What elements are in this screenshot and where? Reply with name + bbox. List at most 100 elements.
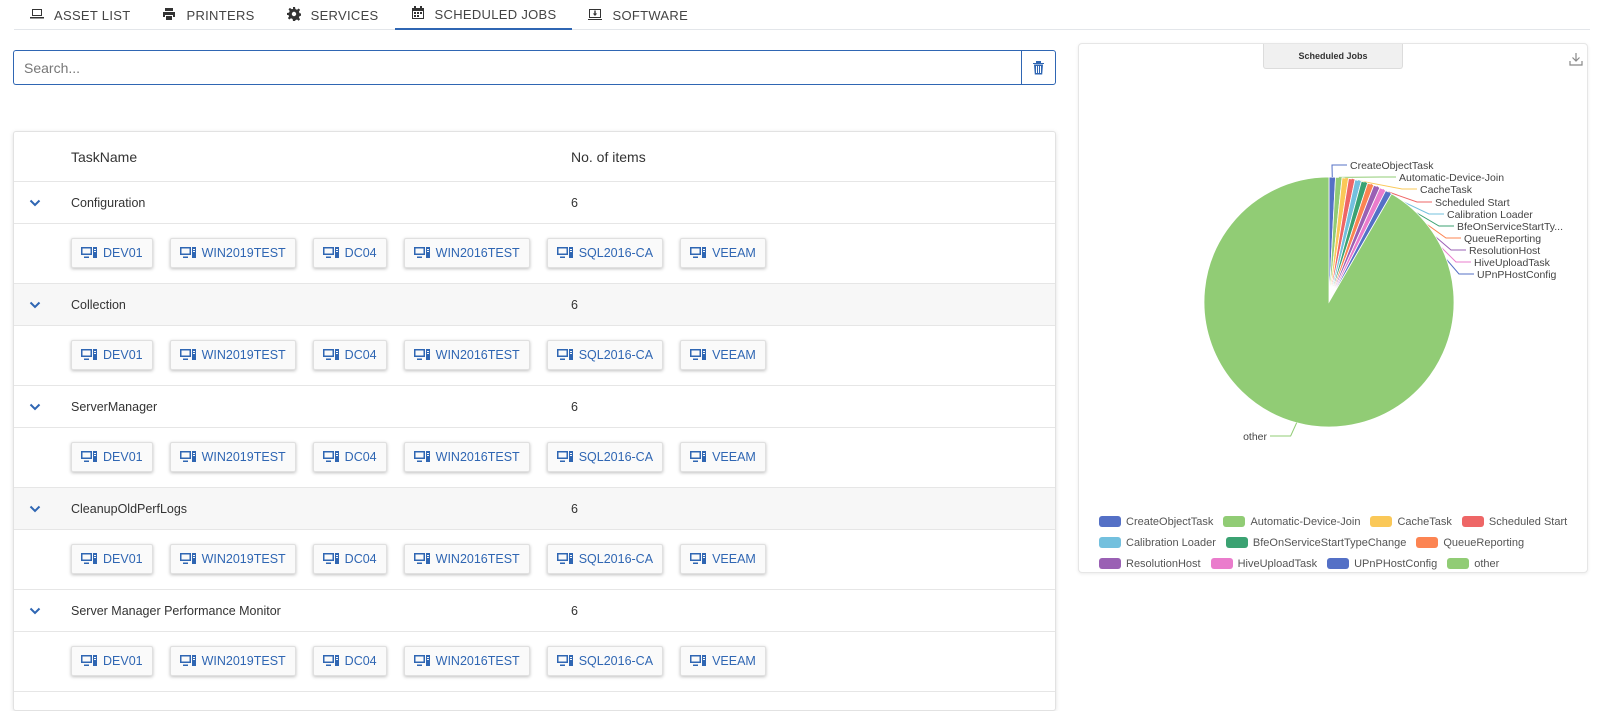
legend-item[interactable]: QueueReporting [1416,537,1524,549]
printer-icon [162,7,176,24]
gear-icon [287,7,301,24]
legend-item[interactable]: ResolutionHost [1099,558,1201,570]
host-chip[interactable]: VEEAM [680,442,766,472]
host-chip[interactable]: WIN2019TEST [170,340,296,370]
host-chip[interactable]: DEV01 [71,646,153,676]
host-chip[interactable]: WIN2016TEST [404,238,530,268]
legend-item[interactable]: UPnPHostConfig [1327,558,1437,570]
host-chips: DEV01 WIN2019TEST DC04 WIN2016TEST SQL2016-C… [71,340,766,370]
legend-item[interactable]: CacheTask [1370,516,1451,528]
computer-icon [81,553,97,565]
tab-software[interactable]: SOFTWARE [572,0,704,30]
host-chip[interactable]: WIN2019TEST [170,544,296,574]
host-chip[interactable]: VEEAM [680,238,766,268]
host-chip[interactable]: WIN2019TEST [170,646,296,676]
computer-icon [180,349,196,361]
tab-asset-list[interactable]: ASSET LIST [14,0,146,30]
host-chip[interactable]: SQL2016-CA [547,544,663,574]
slice-label: Automatic-Device-Join [1399,172,1504,184]
table-header: TaskName No. of items [14,132,1055,182]
chevron-down-icon[interactable] [28,196,42,210]
host-chip[interactable]: WIN2019TEST [170,442,296,472]
laptop-icon [30,7,44,24]
computer-icon [557,349,573,361]
legend-item[interactable]: Automatic-Device-Join [1223,516,1360,528]
legend-swatch [1211,558,1233,569]
search-input[interactable] [13,50,1021,85]
tab-scheduled-jobs[interactable]: SCHEDULED JOBS [395,0,573,30]
host-name: SQL2016-CA [579,450,653,464]
tab-printers[interactable]: PRINTERS [146,0,270,30]
chevron-down-icon[interactable] [28,400,42,414]
host-chip[interactable]: WIN2016TEST [404,442,530,472]
computer-icon [323,451,339,463]
legend-swatch [1370,516,1392,527]
task-name: Server Manager Performance Monitor [71,604,281,618]
computer-icon [180,553,196,565]
download-icon[interactable] [1569,52,1583,66]
legend-row: CreateObjectTask Automatic-Device-Join Cac… [1099,511,1579,532]
table-row: Server Manager Performance Monitor6 [14,590,1055,632]
host-chip[interactable]: WIN2019TEST [170,238,296,268]
host-chip[interactable]: DC04 [313,238,387,268]
task-name: Configuration [71,196,145,210]
computer-icon [81,451,97,463]
chevron-down-icon[interactable] [28,298,42,312]
scheduled-jobs-table: TaskName No. of items Configuration6DEV0… [13,131,1056,711]
host-name: DC04 [345,654,377,668]
host-name: SQL2016-CA [579,246,653,260]
legend-label: BfeOnServiceStartTypeChange [1253,537,1406,549]
host-chip[interactable]: DEV01 [71,238,153,268]
host-chip[interactable]: VEEAM [680,340,766,370]
host-chip[interactable]: WIN2016TEST [404,544,530,574]
host-chips: DEV01 WIN2019TEST DC04 WIN2016TEST SQL2016-C… [71,646,766,676]
host-chip[interactable]: DEV01 [71,442,153,472]
legend-label: Scheduled Start [1489,516,1567,528]
host-name: DC04 [345,348,377,362]
legend-item[interactable]: BfeOnServiceStartTypeChange [1226,537,1406,549]
host-chip[interactable]: VEEAM [680,544,766,574]
host-name: WIN2016TEST [436,552,520,566]
host-chip[interactable]: WIN2016TEST [404,340,530,370]
legend-label: Automatic-Device-Join [1250,516,1360,528]
host-name: DEV01 [103,654,143,668]
computer-icon [414,247,430,259]
computer-icon [81,247,97,259]
host-chip[interactable]: SQL2016-CA [547,646,663,676]
legend-row: Calibration Loader BfeOnServiceStartTypeC… [1099,532,1579,553]
chevron-down-icon[interactable] [28,502,42,516]
host-chip[interactable]: DC04 [313,442,387,472]
item-count: 6 [571,400,578,414]
column-header-taskname[interactable]: TaskName [71,149,137,165]
host-name: VEEAM [712,450,756,464]
host-chip[interactable]: DC04 [313,340,387,370]
host-chip[interactable]: WIN2016TEST [404,646,530,676]
computer-icon [323,553,339,565]
chart-panel: CreateObjectTask Automatic-Device-Join Cac… [1078,43,1588,573]
host-name: SQL2016-CA [579,348,653,362]
table-row: Configuration6 [14,182,1055,224]
host-chip[interactable]: DC04 [313,544,387,574]
pie-slice[interactable] [1204,177,1454,427]
tab-bar: ASSET LISTPRINTERSSERVICESSCHEDULED JOBS… [14,0,1590,30]
chart-legend: CreateObjectTask Automatic-Device-Join Cac… [1099,511,1579,574]
host-name: VEEAM [712,348,756,362]
legend-item[interactable]: other [1447,558,1499,570]
legend-item[interactable]: Calibration Loader [1099,537,1216,549]
legend-label: ResolutionHost [1126,558,1201,570]
legend-item[interactable]: HiveUploadTask [1211,558,1317,570]
host-chip[interactable]: VEEAM [680,646,766,676]
host-chip[interactable]: SQL2016-CA [547,442,663,472]
host-chip[interactable]: DC04 [313,646,387,676]
tab-services[interactable]: SERVICES [271,0,395,30]
clear-search-button[interactable] [1021,50,1056,85]
host-chip[interactable]: SQL2016-CA [547,238,663,268]
host-chip[interactable]: SQL2016-CA [547,340,663,370]
host-chip[interactable]: DEV01 [71,340,153,370]
host-chip[interactable]: DEV01 [71,544,153,574]
column-header-count[interactable]: No. of items [571,149,646,165]
legend-item[interactable]: CreateObjectTask [1099,516,1213,528]
legend-item[interactable]: Scheduled Start [1462,516,1567,528]
chevron-down-icon[interactable] [28,604,42,618]
host-name: WIN2019TEST [202,654,286,668]
